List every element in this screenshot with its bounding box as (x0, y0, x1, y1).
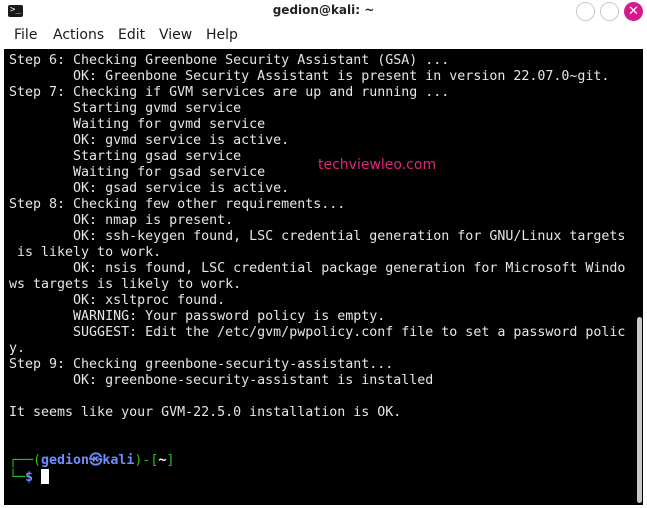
terminal-line: ws targets is likely to work. (9, 277, 242, 292)
terminal-line: WARNING: Your password policy is empty. (9, 309, 386, 324)
terminal-line: OK: nsis found, LSC credential package g… (9, 261, 626, 276)
terminal-output-area[interactable]: Step 6: Checking Greenbone Security Assi… (4, 49, 643, 505)
prompt-frame-middle: )-[ (134, 453, 159, 468)
watermark: techviewleo.com (318, 157, 437, 173)
terminal-line: y. (9, 341, 26, 356)
minimize-button[interactable] (576, 2, 595, 21)
terminal-line: Step 8: Checking few other requirements.… (9, 197, 346, 212)
menu-edit[interactable]: Edit (118, 27, 145, 43)
terminal-line: OK: gvmd service is active. (9, 133, 290, 148)
prompt-frame-bottom: └─ (9, 470, 26, 485)
terminal-line: OK: greenbone-security-assistant is inst… (9, 373, 434, 388)
terminal-line: Step 7: Checking if GVM services are up … (9, 85, 450, 100)
scrollbar[interactable] (637, 317, 642, 503)
terminal-line: OK: ssh-keygen found, LSC credential gen… (9, 229, 626, 244)
terminal-line: Step 9: Checking greenbone-security-assi… (9, 357, 394, 372)
prompt-frame-close: ] (166, 453, 175, 468)
terminal-line: SUGGEST: Edit the /etc/gvm/pwpolicy.conf… (9, 325, 626, 340)
menu-file[interactable]: File (14, 27, 37, 43)
maximize-button[interactable] (600, 2, 619, 21)
terminal-line: It seems like your GVM-22.5.0 installati… (9, 405, 402, 420)
menu-actions[interactable]: Actions (53, 27, 104, 43)
prompt-user-host: gedion㉿kali (41, 453, 135, 468)
terminal-line: OK: gsad service is active. (9, 181, 290, 196)
terminal-line: is likely to work. (9, 245, 162, 260)
terminal-line: Starting gvmd service (9, 101, 242, 116)
close-button[interactable]: ✕ (624, 2, 643, 21)
terminal-line: Waiting for gvmd service (9, 117, 266, 132)
menu-view[interactable]: View (159, 27, 192, 43)
terminal-line: OK: Greenbone Security Assistant is pres… (9, 69, 610, 84)
input-line[interactable]: └─$ (9, 469, 625, 485)
prompt-dollar: $ (25, 470, 42, 485)
terminal-line: OK: nmap is present. (9, 213, 234, 228)
terminal-line: Step 6: Checking Greenbone Security Assi… (9, 53, 450, 68)
menu-bar: File Actions Edit View Help (0, 24, 647, 48)
terminal-window: >_ gedion@kali: ~ ✕ File Actions Edit Vi… (0, 0, 647, 508)
terminal-line: OK: xsltproc found. (9, 293, 226, 308)
title-bar[interactable]: >_ gedion@kali: ~ ✕ (0, 0, 647, 24)
window-title: gedion@kali: ~ (272, 3, 375, 17)
prompt-frame-open: ┌──( (9, 453, 42, 468)
prompt-line: ┌──(gedion㉿kali)-[~] (9, 453, 625, 469)
text-cursor (41, 469, 50, 484)
menu-help[interactable]: Help (206, 27, 238, 43)
close-icon: ✕ (628, 4, 639, 19)
terminal-text: Step 6: Checking Greenbone Security Assi… (9, 53, 625, 485)
